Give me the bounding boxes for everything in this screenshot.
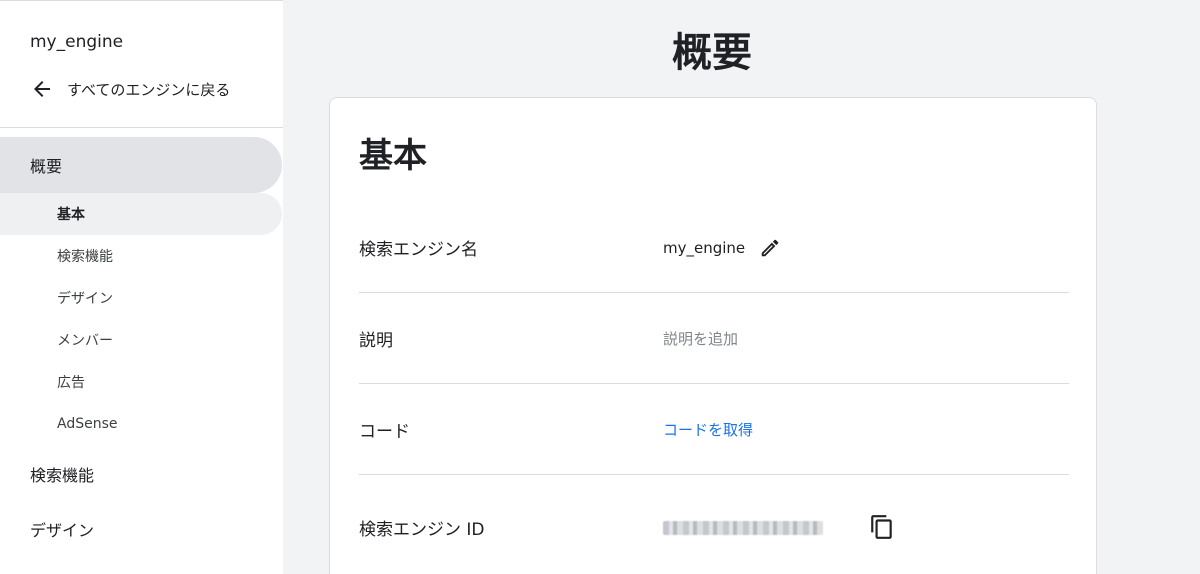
sidebar-subitem-basic[interactable]: 基本	[0, 193, 282, 235]
get-code-link[interactable]: コードを取得	[663, 419, 753, 440]
card-title: 基本	[359, 136, 427, 176]
search-engine-id-row: 検索エンジン ID	[359, 482, 1069, 573]
row-label: 説明	[359, 331, 393, 351]
search-engine-name-value: my_engine	[663, 238, 746, 257]
sidebar-item-label: デザイン	[57, 291, 113, 307]
description-row: 説明 説明を追加	[359, 293, 1069, 384]
add-description-field[interactable]: 説明を追加	[663, 328, 738, 349]
sidebar-item-label: 検索機能	[30, 466, 95, 485]
sidebar-item-label: 広告	[57, 375, 85, 391]
row-label: 検索エンジン名	[359, 240, 478, 260]
search-engine-name-row: 検索エンジン名 my_engine	[359, 202, 1069, 293]
sidebar-subitem-ads[interactable]: 広告	[0, 361, 282, 403]
page-title: 概要	[672, 30, 752, 76]
code-row: コード コードを取得	[359, 384, 1069, 475]
sidebar-item-label: 基本	[57, 207, 85, 223]
row-value: コードを取得	[663, 384, 753, 475]
sidebar-item-label: 検索機能	[57, 249, 113, 265]
search-engine-id-value	[663, 520, 823, 535]
sidebar-subitem-adsense[interactable]: AdSense	[0, 403, 282, 445]
row-label: コード	[359, 422, 410, 442]
basic-settings-card: 基本 検索エンジン名 my_engine 説明 説明を追加 コード コードを取得	[329, 97, 1097, 574]
sidebar-item-label: AdSense	[57, 416, 118, 432]
pencil-icon[interactable]	[759, 237, 781, 259]
back-to-all-engines-link[interactable]: すべてのエンジンに戻る	[30, 75, 230, 103]
back-link-label: すべてのエンジンに戻る	[67, 80, 231, 99]
row-divider	[359, 474, 1069, 475]
row-value: my_engine	[663, 202, 781, 293]
arrow-back-icon	[34, 81, 50, 97]
sidebar-subitem-search-features[interactable]: 検索機能	[0, 235, 282, 277]
sidebar-item-label: メンバー	[57, 333, 113, 349]
copy-icon[interactable]	[869, 513, 895, 541]
sidebar-item-label: 概要	[30, 157, 63, 176]
sidebar: my_engine すべてのエンジンに戻る 概要 基本 検索機能 デザイン メン…	[0, 0, 283, 574]
sidebar-subitem-members[interactable]: メンバー	[0, 319, 282, 361]
row-value	[663, 482, 823, 573]
sidebar-subitem-design[interactable]: デザイン	[0, 277, 282, 319]
row-value: 説明を追加	[663, 293, 738, 384]
sidebar-item-overview[interactable]: 概要	[0, 137, 282, 193]
sidebar-item-search-features[interactable]: 検索機能	[0, 446, 282, 502]
sidebar-item-design[interactable]: デザイン	[0, 501, 282, 557]
app: my_engine すべてのエンジンに戻る 概要 基本 検索機能 デザイン メン…	[0, 0, 1200, 574]
row-label: 検索エンジン ID	[359, 520, 485, 540]
engine-name: my_engine	[30, 32, 124, 52]
sidebar-divider	[0, 127, 283, 128]
sidebar-item-label: デザイン	[30, 521, 95, 540]
